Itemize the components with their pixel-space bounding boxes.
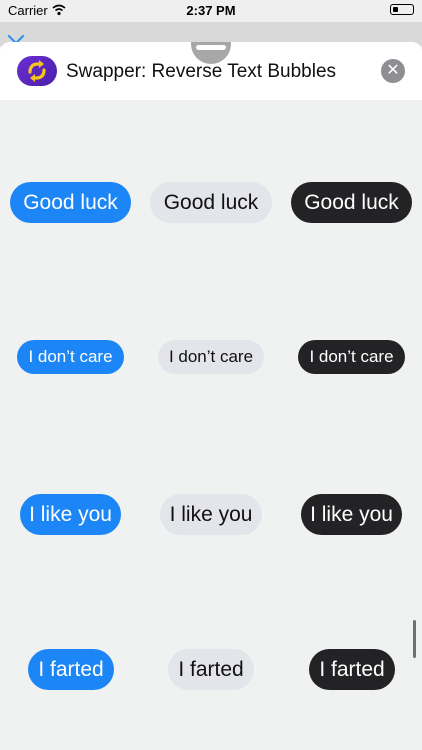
sticker-dark-good-luck[interactable]: Good luck [291,182,412,223]
close-button[interactable]: ✕ [381,59,405,83]
sticker-gray-good-luck[interactable]: Good luck [150,182,272,223]
sticker-gray-i-like-you[interactable]: I like you [160,494,262,535]
app-title: Swapper: Reverse Text Bubbles [66,61,337,82]
close-icon: ✕ [386,62,400,79]
battery-icon [390,4,414,15]
status-bar: Carrier 2:37 PM [0,0,422,22]
sticker-dark-i-like-you[interactable]: I like you [301,494,402,535]
app-icon [17,56,57,86]
sticker-gray-i-farted[interactable]: I farted [168,649,254,690]
sheet-grabber[interactable] [196,45,226,50]
sticker-dark-i-farted[interactable]: I farted [309,649,395,690]
sticker-dark-i-dont-care[interactable]: I don’t care [298,340,405,374]
sticker-blue-i-dont-care[interactable]: I don’t care [17,340,124,374]
clock: 2:37 PM [186,3,236,18]
scrollbar[interactable] [413,620,416,658]
sticker-gray-i-dont-care[interactable]: I don’t care [158,340,264,374]
sticker-blue-i-farted[interactable]: I farted [28,649,114,690]
sticker-blue-good-luck[interactable]: Good luck [10,182,131,223]
swap-arrows-icon [28,60,46,82]
sheet-header: Swapper: Reverse Text Bubbles ✕ [0,42,422,100]
app-sheet: Swapper: Reverse Text Bubbles ✕ Good luc… [0,42,422,750]
sticker-blue-i-like-you[interactable]: I like you [20,494,121,535]
